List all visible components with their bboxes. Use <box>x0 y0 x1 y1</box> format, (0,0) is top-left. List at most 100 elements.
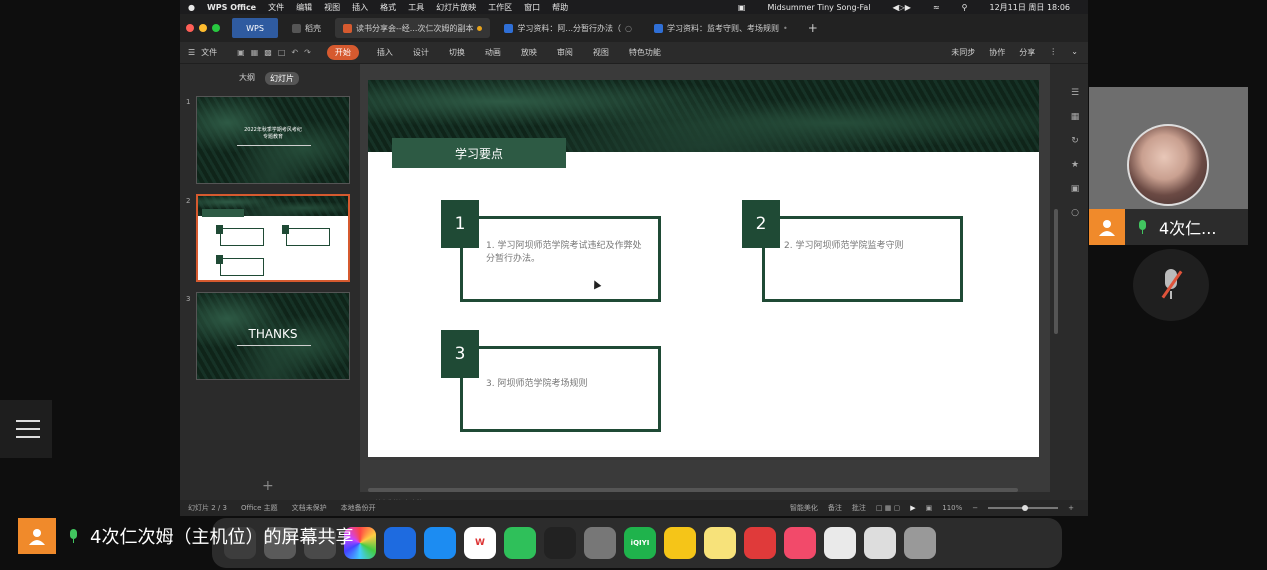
video-tile[interactable]: 4次仁... <box>1089 87 1248 245</box>
view-mode-icons[interactable]: □ ▦ ▢ <box>876 504 900 512</box>
share-button[interactable]: 分享 <box>1019 47 1035 58</box>
ribbon-tab-design[interactable]: 设计 <box>413 47 429 58</box>
menu-view[interactable]: 视图 <box>324 2 340 13</box>
slide-thumbnail-1[interactable]: 2022年秋季学期考风考纪 专题教育 <box>196 96 350 184</box>
dock-app-netease-music[interactable] <box>744 527 776 559</box>
tab-docer[interactable]: 稻壳 <box>284 18 329 38</box>
apple-icon[interactable]: ● <box>188 3 195 12</box>
new-tab-button[interactable]: + <box>802 21 824 35</box>
menu-tools[interactable]: 工具 <box>408 2 424 13</box>
minimize-window-button[interactable] <box>199 24 207 32</box>
dock-app-notes[interactable] <box>704 527 736 559</box>
redo-icon[interactable]: ↷ <box>304 48 311 57</box>
close-tab-icon[interactable]: • <box>783 24 788 33</box>
save-icon[interactable]: ▣ <box>237 48 245 57</box>
tab-slides[interactable]: 幻灯片 <box>265 72 299 85</box>
zoom-level[interactable]: 110% <box>942 504 962 512</box>
music-widget-icon[interactable]: ▣ <box>738 3 746 12</box>
add-slide-button[interactable]: + <box>262 478 274 494</box>
ribbon-tab-slideshow[interactable]: 放映 <box>521 47 537 58</box>
dock-app-lark[interactable] <box>384 527 416 559</box>
file-menu-button[interactable]: 文件 <box>201 47 217 58</box>
layers-icon[interactable]: ▣ <box>1071 184 1080 194</box>
menu-insert[interactable]: 插入 <box>352 2 368 13</box>
dock-app-appstore[interactable] <box>424 527 456 559</box>
ribbon-tab-insert[interactable]: 插入 <box>377 47 393 58</box>
play-slideshow-icon[interactable]: ▶ <box>910 504 915 512</box>
notes-toggle-button[interactable]: 备注 <box>828 503 842 513</box>
style-icon[interactable]: ▦ <box>1071 112 1080 122</box>
menu-format[interactable]: 格式 <box>380 2 396 13</box>
dock-app-wps[interactable]: W <box>464 527 496 559</box>
theme-name[interactable]: Office 主题 <box>241 503 278 513</box>
wifi-icon[interactable]: ≈ <box>933 3 940 12</box>
point-number-1[interactable]: 1 <box>441 200 479 248</box>
menu-edit[interactable]: 编辑 <box>296 2 312 13</box>
zoom-in-button[interactable]: + <box>1068 504 1074 512</box>
properties-icon[interactable]: ☰ <box>1071 88 1079 98</box>
history-icon[interactable]: ↻ <box>1071 136 1079 146</box>
list-menu-icon[interactable] <box>0 400 52 458</box>
close-window-button[interactable] <box>186 24 194 32</box>
protection-status[interactable]: 文档未保护 <box>292 503 327 513</box>
close-tab-icon[interactable]: ○ <box>625 24 632 33</box>
print-icon[interactable]: ▩ <box>264 48 272 57</box>
ribbon-tab-view[interactable]: 视图 <box>593 47 609 58</box>
menu-window[interactable]: 窗口 <box>524 2 540 13</box>
point-box-2[interactable] <box>762 216 963 302</box>
dock-app-wechat[interactable] <box>504 527 536 559</box>
media-controls-icon[interactable]: ◀▷▶ <box>892 3 910 12</box>
slide-canvas[interactable]: 学习要点 1 1. 学习阿坝师范学院考试违纪及作弊处分暂行办法。 2 2. 学习… <box>360 64 1050 492</box>
ribbon-tab-features[interactable]: 特色功能 <box>629 47 661 58</box>
menubar-clock[interactable]: 12月11日 周日 18:06 <box>990 2 1071 13</box>
slide-thumbnail-3[interactable]: THANKS <box>196 292 350 380</box>
zoom-slider-handle[interactable] <box>1022 505 1029 511</box>
current-slide[interactable]: 学习要点 1 1. 学习阿坝师范学院考试违纪及作弊处分暂行办法。 2 2. 学习… <box>368 80 1039 457</box>
slide-thumbnail-2[interactable] <box>196 194 350 282</box>
ribbon-tab-animation[interactable]: 动画 <box>485 47 501 58</box>
tab-study-doc-1[interactable]: 学习资料：阿...分暂行办法（ ○ <box>496 18 640 38</box>
menu-help[interactable]: 帮助 <box>552 2 568 13</box>
point-text-2[interactable]: 2. 学习阿坝师范学院监考守则 <box>784 240 944 253</box>
collaborate-button[interactable]: 协作 <box>989 47 1005 58</box>
menu-workspace[interactable]: 工作区 <box>488 2 512 13</box>
zoom-out-button[interactable]: − <box>972 504 978 512</box>
more-options-icon[interactable]: ⋮ <box>1049 47 1057 58</box>
dock-app-file[interactable] <box>864 527 896 559</box>
horizontal-scrollbar[interactable] <box>368 488 1018 492</box>
comment-button[interactable]: 批注 <box>852 503 866 513</box>
tab-study-doc-2[interactable]: 学习资料：监考守则、考场规则 • <box>646 18 796 38</box>
backup-status[interactable]: 本地备份开 <box>341 503 376 513</box>
song-title[interactable]: Midsummer Tiny Song-Fal <box>767 3 870 12</box>
settings-icon[interactable]: ○ <box>1071 208 1079 218</box>
ribbon-tab-transition[interactable]: 切换 <box>449 47 465 58</box>
dock-app-music[interactable] <box>784 527 816 559</box>
vertical-scrollbar[interactable] <box>1054 209 1058 334</box>
ribbon-tab-home[interactable]: 开始 <box>326 45 359 60</box>
point-text-1[interactable]: 1. 学习阿坝师范学院考试违纪及作弊处分暂行办法。 <box>486 240 646 266</box>
point-text-3[interactable]: 3. 阿坝师范学院考场规则 <box>486 378 646 391</box>
fit-window-icon[interactable]: ▣ <box>926 504 933 512</box>
menu-slideshow[interactable]: 幻灯片放映 <box>436 2 476 13</box>
hamburger-menu-icon[interactable]: ☰ <box>188 48 195 57</box>
tab-outline[interactable]: 大纲 <box>239 72 255 85</box>
point-number-3[interactable]: 3 <box>441 330 479 378</box>
dock-app-document[interactable] <box>824 527 856 559</box>
dock-app-settings[interactable] <box>584 527 616 559</box>
undo-icon[interactable]: ↶ <box>291 48 298 57</box>
tab-presentation[interactable]: 读书分享会--经...次仁次姆的副本 <box>335 18 491 38</box>
search-icon[interactable]: ⚲ <box>962 3 968 12</box>
pin-icon[interactable]: ★ <box>1071 160 1079 170</box>
mute-mic-button[interactable] <box>1133 249 1209 321</box>
chevron-down-icon[interactable]: ⌄ <box>1071 47 1078 58</box>
dock-trash-icon[interactable] <box>904 527 936 559</box>
point-number-2[interactable]: 2 <box>742 200 780 248</box>
dock-app-qqmusic[interactable] <box>664 527 696 559</box>
export-icon[interactable]: ▦ <box>251 48 259 57</box>
dock-app-iqiyi[interactable]: iQIYI <box>624 527 656 559</box>
slide-heading[interactable]: 学习要点 <box>392 138 566 168</box>
zoom-slider[interactable] <box>988 505 1059 511</box>
preview-icon[interactable]: □ <box>278 48 286 57</box>
tab-wps-home[interactable]: WPS <box>232 18 278 38</box>
app-name-menu[interactable]: WPS Office <box>207 3 256 12</box>
